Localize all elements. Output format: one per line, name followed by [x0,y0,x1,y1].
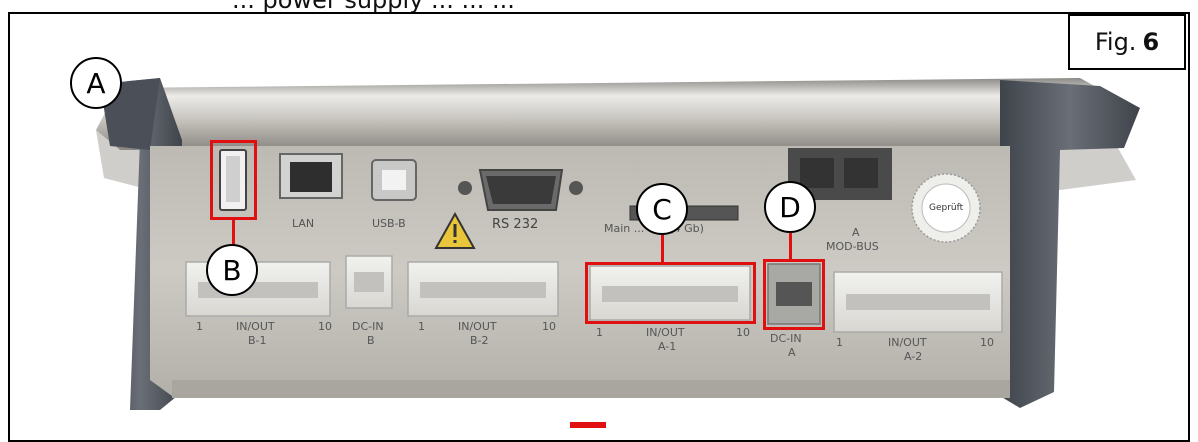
label-modbus: MOD-BUS [826,240,879,253]
label-modbus-a: A [852,226,860,239]
highlight-inout-a1 [585,262,756,324]
terminal-a2 [833,271,1003,333]
callout-c: C [636,183,688,235]
callout-b: B [206,244,258,296]
label-a1-inout: IN/OUT [646,326,685,339]
label-b2-end: 10 [542,320,556,333]
label-usb-b: USB-B [372,217,406,230]
label-a2-end: 10 [980,336,994,349]
label-rs232: RS 232 [492,217,539,232]
label-a2-inout: IN/OUT [888,336,927,349]
label-dcin-a: DC-IN [770,332,802,345]
terminal-b2 [407,261,559,317]
label-a2-name: A-2 [904,350,923,363]
label-dcin-b: DC-IN [352,320,384,333]
figure-label: Fig. 6 [1068,14,1186,70]
highlight-dcin-a [763,259,825,330]
label-dcin-b-name: B [367,334,375,347]
device-photo [96,78,1140,410]
label-b2-start: 1 [418,320,425,333]
label-a1-name: A-1 [658,340,677,353]
bottom-red-mark [570,422,606,428]
label-b1-inout: IN/OUT [236,320,275,333]
highlight-usb-a [210,140,257,220]
terminal-dcin-b [345,255,393,309]
figure-label-number: 6 [1142,28,1160,56]
label-lan: LAN [292,217,315,230]
callout-d: D [764,181,816,233]
label-b1-name: B-1 [248,334,267,347]
callout-a: A [70,57,122,109]
right-end-cap [1000,80,1140,408]
label-b1-start: 1 [196,320,203,333]
label-b2-name: B-2 [470,334,489,347]
leader-line-d [789,232,792,260]
label-b2-inout: IN/OUT [458,320,497,333]
figure-label-prefix: Fig. [1094,28,1137,56]
leader-line-c [661,234,664,263]
leader-line-b [232,219,235,245]
label-a1-start: 1 [596,326,603,339]
label-dcin-a-name: A [788,346,796,359]
label-a2-start: 1 [836,336,843,349]
label-gepruft: Geprüft [929,203,964,213]
label-a1-end: 10 [736,326,750,339]
label-b1-end: 10 [318,320,332,333]
